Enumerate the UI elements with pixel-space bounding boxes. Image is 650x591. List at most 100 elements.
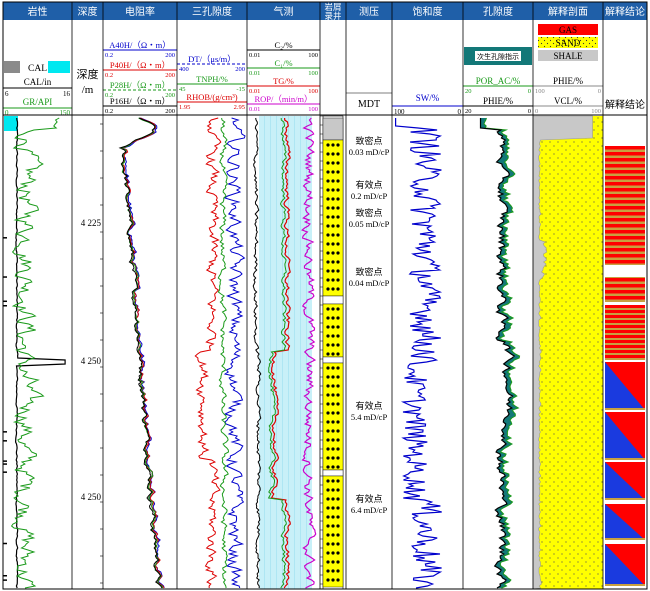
cuttings-grain [336,325,340,329]
cuttings-grain [331,334,335,338]
cuttings-grain [336,197,340,201]
conclusion-band [605,498,645,500]
conclusion-band [605,176,645,180]
res-min-0: 0.2 [105,52,113,59]
conclusion-band [605,287,645,290]
cuttings-grain [336,242,340,246]
cuttings-grain [331,393,335,397]
cuttings-grain [331,233,335,237]
gas-max-1: 100 [308,70,318,77]
gr-min: 0 [5,109,9,117]
press-label-1: 有效点 [355,179,382,190]
conclusion-band [605,257,645,260]
conclusion-band [605,248,645,252]
conclusion-band [605,305,645,308]
res-max-0: 200 [165,52,175,59]
conclusion-band [605,340,645,343]
header-0: 岩性 [28,5,48,18]
cuttings-grain [331,152,335,156]
cuttings-grain [331,224,335,228]
res-label-2: P28H/（Ω・m） [110,80,170,90]
cuttings-grain [331,479,335,483]
conclusion-band [605,278,645,282]
gas-min-0: 0.01 [249,52,260,59]
cuttings-grain [336,316,340,320]
profile-max-0: 0 [598,88,601,95]
cuttings-grain [331,411,335,415]
cal-fill [4,116,18,131]
cuttings-grain [336,161,340,165]
conclusion-band [605,170,645,174]
por3-min-1: 45 [179,86,186,93]
cuttings-shale [322,295,344,305]
por3-label-2: RHOB/(g/cm³) [186,92,237,102]
gas-min-1: 0.01 [249,70,260,77]
conclusion-band [605,350,645,353]
por-min-0: 20 [465,88,472,95]
cuttings-grain [326,179,330,183]
cuttings-grain [326,307,330,311]
conclusion-band [605,348,645,350]
conclusion-band [605,345,645,348]
cal-swatch-cyan [48,61,70,73]
cuttings-grain [331,215,335,219]
sw-label: SW/% [416,93,440,103]
cuttings-grain [326,515,330,519]
cuttings-grain [331,343,335,347]
por3-min-2: 1.95 [179,104,190,111]
conclusion-band [605,230,645,234]
cuttings-grain [331,402,335,406]
conclusion-band [605,355,645,358]
cuttings-grain [326,524,330,528]
press-label-5: 有效点 [355,493,382,504]
conclusion-band [605,353,645,355]
cuttings-grain [336,287,340,291]
cal-swatch-gray [4,61,20,73]
conclusion-band [605,318,645,320]
conclusion-band [605,206,645,210]
cal-max: 16 [63,90,71,98]
cuttings-grain [326,251,330,255]
conclusion-band [605,209,645,212]
gr-label: GR/API [23,97,53,107]
cuttings-grain [336,420,340,424]
press-label-0: 致密点 [355,135,382,146]
depth-mark: 4 250 [81,492,102,502]
cuttings-grain [336,384,340,388]
conclusion-band [605,458,645,460]
cuttings-sand [322,362,344,471]
phie-curve [479,118,516,589]
cuttings-grain [331,143,335,147]
cuttings-grain [336,497,340,501]
conclusion-band [605,173,645,176]
conclusion-band [605,330,645,333]
cuttings-grain [331,287,335,291]
conclusion-band [605,191,645,194]
cal-label: CAL [28,64,47,74]
res-min-1: 0.2 [105,72,113,79]
conclusion-band [605,293,645,296]
cuttings-grain [326,215,330,219]
cuttings-grain [336,343,340,347]
track-header-area: CAL CAL/in 6 16 GR/API 0 150 深度/m A40H/（Ω・m） 0.2 2… [3,24,645,117]
cuttings-grain [331,569,335,573]
conclusion-band [605,323,645,325]
conclusion-band [605,245,645,248]
dt-curve [223,117,246,589]
conclusion-band [605,584,645,586]
conclusion-band [605,408,645,410]
header-2: 电阻率 [125,5,155,18]
conclusion-band [605,158,645,162]
conclusion-band [605,188,645,192]
cuttings-grain [326,375,330,379]
cuttings-grain [326,497,330,501]
header-4: 气测 [274,5,294,18]
por-max-0: 0 [528,88,531,95]
profile-curve-label-1: VCL/% [554,96,583,106]
cuttings-grain [331,542,335,546]
cuttings-grain [331,488,335,492]
header-1: 深度 [78,5,98,18]
cuttings-grain [326,170,330,174]
conclusion-band [605,260,645,264]
por-max-1: 0 [528,108,531,115]
